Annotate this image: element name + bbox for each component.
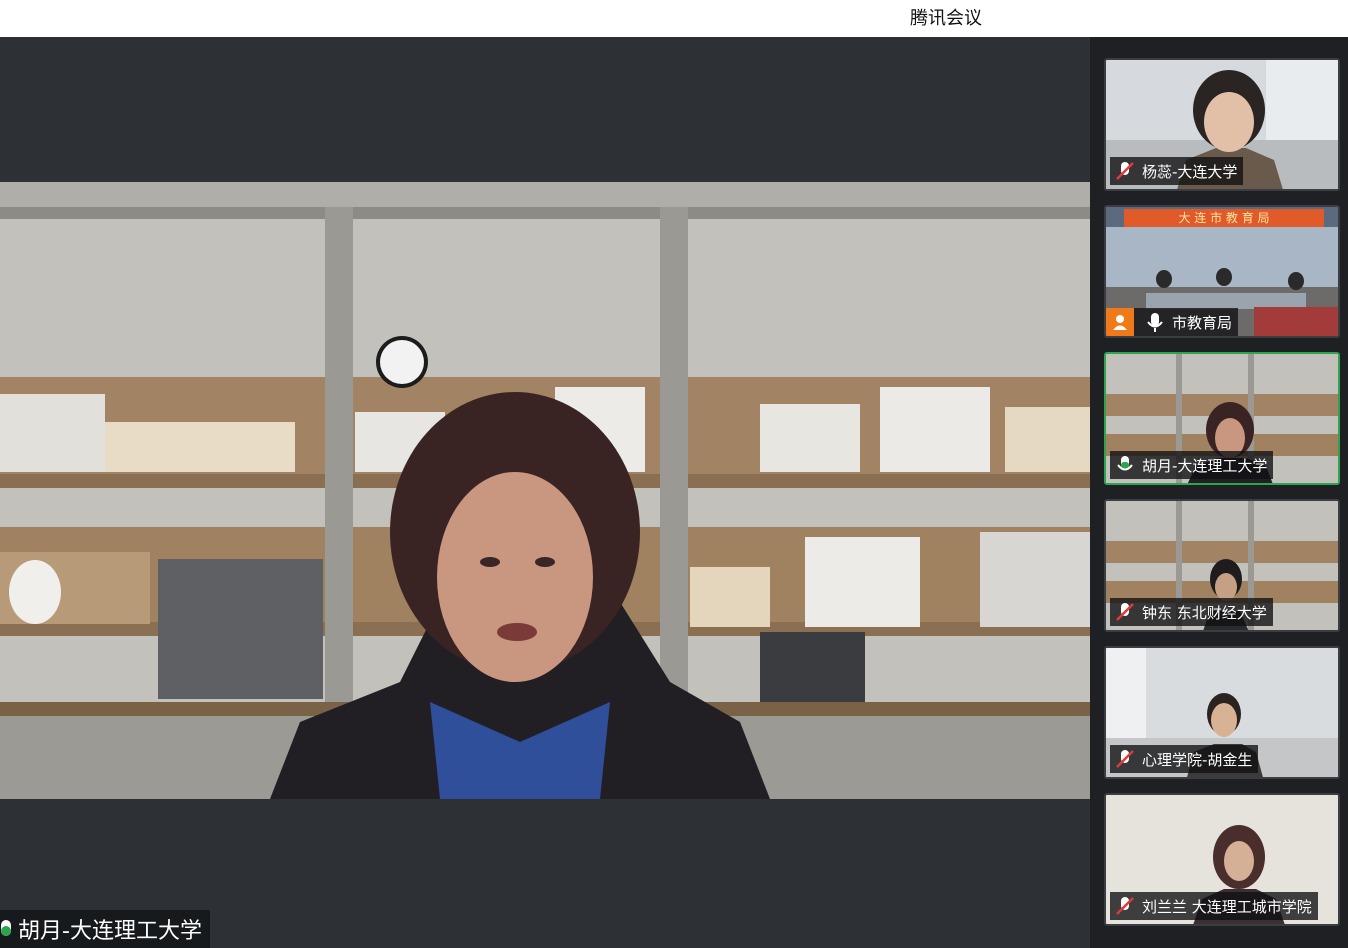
participant-name: 杨蕊-大连大学 — [1142, 162, 1238, 181]
mic-muted-icon — [1116, 750, 1134, 768]
title-bar: 腾讯会议 — [0, 0, 1348, 37]
participant-tile[interactable]: 刘兰兰 大连理工城市学院 — [1104, 793, 1340, 926]
participant-name: 胡月-大连理工大学 — [1142, 456, 1268, 475]
participant-tile[interactable]: 钟东 东北财经大学 — [1104, 499, 1340, 632]
participant-tile-active[interactable]: 胡月-大连理工大学 — [1104, 352, 1340, 485]
participant-label: 钟东 东北财经大学 — [1110, 598, 1273, 626]
participant-name: 钟东 东北财经大学 — [1142, 603, 1267, 622]
participant-label: 心理学院-胡金生 — [1110, 745, 1259, 773]
main-video-feed — [0, 182, 1090, 799]
participant-tile[interactable]: 心理学院-胡金生 — [1104, 646, 1340, 779]
participant-name: 心理学院-胡金生 — [1142, 750, 1253, 769]
mic-on-icon — [1, 920, 11, 936]
participant-label: 胡月-大连理工大学 — [1110, 451, 1274, 479]
virtual-background-bookshelf — [0, 182, 1090, 799]
participant-label: 刘兰兰 大连理工城市学院 — [1110, 892, 1318, 920]
participant-label: 市教育局 — [1106, 308, 1239, 336]
venue-banner: 大 连 市 教 育 局 — [1178, 211, 1270, 225]
person-icon — [1106, 308, 1134, 336]
mic-muted-icon — [1116, 897, 1134, 915]
participant-tile[interactable]: 杨蕊-大连大学 — [1104, 58, 1340, 191]
main-speaker-name: 胡月-大连理工大学 — [18, 919, 202, 944]
participant-sidebar[interactable]: 杨蕊-大连大学 大 连 市 教 育 局 市教育局 胡月-大连理工大学 钟东 东北… — [1090, 37, 1348, 948]
mic-on-icon — [1117, 456, 1133, 471]
main-speaker-label: 胡月-大连理工大学 — [0, 910, 210, 948]
participant-label: 杨蕊-大连大学 — [1110, 157, 1244, 185]
participant-tile[interactable]: 大 连 市 教 育 局 市教育局 — [1104, 205, 1340, 338]
app-title: 腾讯会议 — [910, 8, 982, 29]
main-video-stage[interactable]: 胡月-大连理工大学 — [0, 37, 1090, 948]
mic-muted-icon — [1116, 162, 1134, 180]
participant-name: 刘兰兰 大连理工城市学院 — [1142, 897, 1312, 916]
participant-name: 市教育局 — [1172, 313, 1233, 332]
mic-on-icon — [1147, 313, 1163, 332]
mic-muted-icon — [1116, 603, 1134, 621]
